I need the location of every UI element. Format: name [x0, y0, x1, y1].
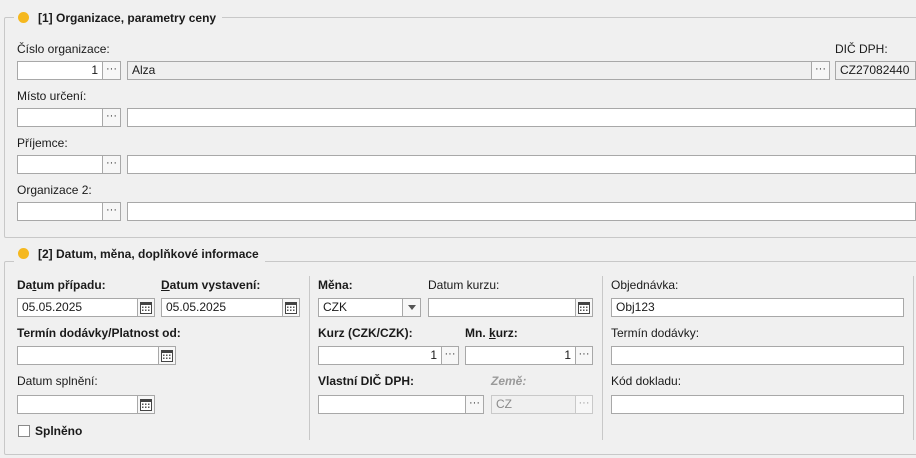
vlastni-dic-input[interactable] [318, 395, 466, 414]
splneno-label: Splněno [35, 424, 83, 438]
dic-dph-field[interactable]: CZ27082440 [835, 61, 916, 80]
calendar-icon [161, 350, 173, 362]
termin-dodavky-platnost-label: Termín dodávky/Platnost od: [17, 326, 181, 340]
splneno-checkbox[interactable] [18, 425, 30, 437]
datum-splneni-calendar-button[interactable] [137, 395, 155, 414]
mena-select[interactable]: CZK [318, 298, 403, 317]
termin-dodavky-label: Termín dodávky: [611, 326, 700, 340]
datum-splneni-input[interactable] [17, 395, 138, 414]
mn-kurz-label: Mn. kurz: [465, 326, 518, 340]
column-divider [913, 276, 914, 440]
dic-dph-label: DIČ DPH: [835, 42, 888, 56]
status-dot-icon [18, 12, 29, 24]
prijemce-ellipsis-button[interactable]: ··· [102, 155, 121, 174]
section-organizace-title: [1] Organizace, parametry ceny [14, 10, 223, 26]
misto-urceni-name-field[interactable] [127, 108, 916, 127]
kurz-input[interactable]: 1 [318, 346, 442, 365]
prijemce-input[interactable] [17, 155, 103, 174]
datum-pripadu-input[interactable]: 05.05.2025 [17, 298, 138, 317]
datum-vystaveni-input[interactable]: 05.05.2025 [161, 298, 283, 317]
misto-urceni-label: Místo určení: [17, 89, 87, 103]
datum-vystaveni-label: Datum vystavení: [161, 278, 261, 292]
mn-kurz-input[interactable]: 1 [465, 346, 576, 365]
termin-dodavky-input[interactable] [611, 346, 904, 365]
zeme-input: CZ [491, 395, 576, 414]
section-datum-mena-title: [2] Datum, měna, doplňkové informace [14, 246, 265, 262]
calendar-icon [140, 399, 152, 411]
status-dot-icon [18, 248, 29, 260]
zeme-label: Země: [491, 374, 527, 388]
cislo-organizace-input[interactable]: 1 [17, 61, 103, 80]
datum-kurzu-calendar-button[interactable] [575, 298, 593, 317]
mena-label: Měna: [318, 278, 353, 292]
objednavka-input[interactable]: Obj123 [611, 298, 904, 317]
datum-kurzu-label: Datum kurzu: [428, 278, 500, 292]
mena-dropdown-button[interactable] [402, 298, 421, 317]
calendar-icon [140, 302, 152, 314]
datum-splneni-label: Datum splnění: [17, 374, 98, 388]
mn-kurz-ellipsis-button[interactable]: ··· [575, 346, 593, 365]
organizace2-name-field[interactable] [127, 202, 916, 221]
objednavka-label: Objednávka: [611, 278, 679, 292]
datum-vystaveni-calendar-button[interactable] [282, 298, 300, 317]
vlastni-dic-label: Vlastní DIČ DPH: [318, 374, 415, 388]
cislo-organizace-ellipsis-button[interactable]: ··· [102, 61, 121, 80]
organizace-name-ellipsis-button[interactable]: ··· [811, 61, 830, 80]
prijemce-name-field[interactable] [127, 155, 916, 174]
kod-dokladu-input[interactable] [611, 395, 904, 414]
vlastni-dic-ellipsis-button[interactable]: ··· [465, 395, 484, 414]
datum-pripadu-label: Datum případu: [17, 278, 106, 292]
organizace2-ellipsis-button[interactable]: ··· [102, 202, 121, 221]
termin-dodavky-platnost-calendar-button[interactable] [158, 346, 176, 365]
prijemce-label: Příjemce: [17, 136, 68, 150]
organizace2-label: Organizace 2: [17, 183, 92, 197]
organizace2-input[interactable] [17, 202, 103, 221]
zeme-ellipsis-button: ··· [575, 395, 593, 414]
calendar-icon [578, 302, 590, 314]
calendar-icon [285, 302, 297, 314]
misto-urceni-ellipsis-button[interactable]: ··· [102, 108, 121, 127]
chevron-down-icon [407, 305, 416, 310]
datum-pripadu-calendar-button[interactable] [137, 298, 155, 317]
organizace-name-field[interactable]: Alza [127, 61, 812, 80]
kurz-ellipsis-button[interactable]: ··· [441, 346, 459, 365]
kurz-label: Kurz (CZK/CZK): [318, 326, 413, 340]
termin-dodavky-platnost-input[interactable] [17, 346, 159, 365]
datum-kurzu-input[interactable] [428, 298, 576, 317]
column-divider [602, 276, 603, 440]
misto-urceni-input[interactable] [17, 108, 103, 127]
cislo-organizace-label: Číslo organizace: [17, 42, 110, 56]
column-divider [309, 276, 310, 440]
kod-dokladu-label: Kód dokladu: [611, 374, 682, 388]
